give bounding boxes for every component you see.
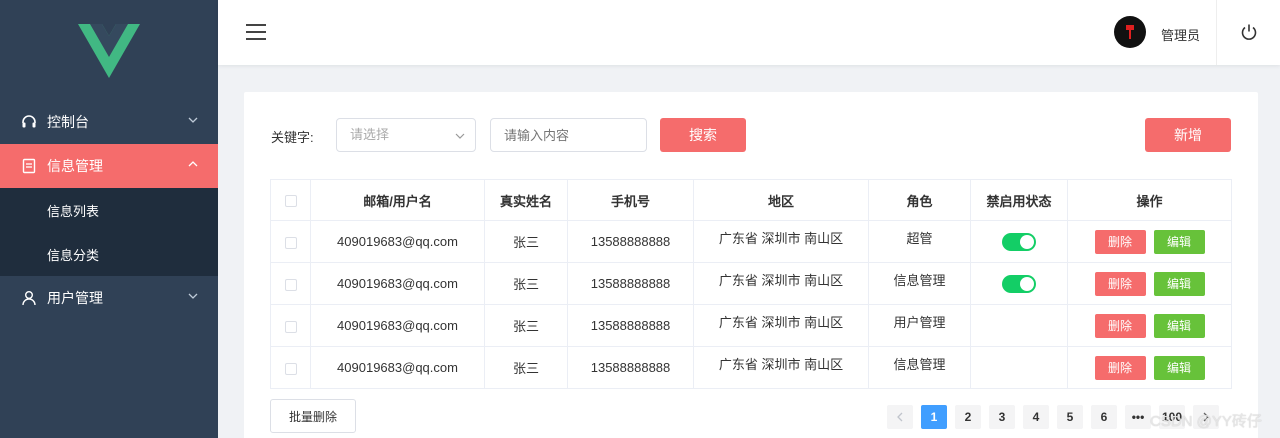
- power-icon[interactable]: [1240, 23, 1258, 41]
- role-cell: 信息管理: [868, 346, 971, 389]
- sidebar-item-info-list[interactable]: 信息列表: [0, 188, 218, 232]
- status-cell: [970, 262, 1068, 305]
- avatar[interactable]: [1114, 16, 1146, 48]
- region-cell: 广东省 深圳市 南山区: [693, 262, 869, 305]
- delete-button[interactable]: 删除: [1094, 229, 1146, 254]
- region-cell: 广东省 深圳市 南山区: [693, 220, 869, 263]
- role-cell: 用户管理: [868, 304, 971, 347]
- document-icon: [20, 157, 38, 175]
- batch-delete-button[interactable]: 批量删除: [270, 399, 356, 433]
- name-cell: 张三: [484, 262, 568, 305]
- category-select[interactable]: 请选择: [336, 118, 476, 152]
- table-row: 409019683@qq.com 张三 13588888888 广东省 深圳市 …: [270, 346, 1232, 389]
- table-row: 409019683@qq.com 张三 13588888888 广东省 深圳市 …: [270, 262, 1232, 305]
- table-row: 409019683@qq.com 张三 13588888888 广东省 深圳市 …: [270, 220, 1232, 263]
- page-button[interactable]: 6: [1091, 405, 1117, 429]
- row-checkbox[interactable]: [270, 220, 311, 263]
- phone-cell: 13588888888: [567, 304, 694, 347]
- edit-button[interactable]: 编辑: [1153, 271, 1205, 296]
- actions-cell: 删除 编辑: [1067, 304, 1232, 347]
- status-toggle[interactable]: [1002, 232, 1036, 251]
- status-cell: [970, 346, 1068, 389]
- table-row: 409019683@qq.com 张三 13588888888 广东省 深圳市 …: [270, 304, 1232, 347]
- content-card: 关键字: 请选择 搜索 新增 邮箱/用户名 真实姓名 手机号 地区 角色 禁启用…: [244, 92, 1258, 438]
- data-table: 邮箱/用户名 真实姓名 手机号 地区 角色 禁启用状态 操作 409019683…: [270, 179, 1232, 389]
- chevron-down-icon: [188, 293, 198, 299]
- actions-cell: 删除 编辑: [1067, 262, 1232, 305]
- column-header: 真实姓名: [484, 179, 568, 221]
- page-button[interactable]: 4: [1023, 405, 1049, 429]
- role-cell: 信息管理: [868, 262, 971, 305]
- user-icon: [20, 289, 38, 307]
- chevron-up-icon: [188, 161, 198, 167]
- column-header: 操作: [1067, 179, 1232, 221]
- sidebar-item-info-category[interactable]: 信息分类: [0, 232, 218, 276]
- phone-cell: 13588888888: [567, 346, 694, 389]
- chevron-down-icon: [455, 133, 465, 139]
- region-cell: 广东省 深圳市 南山区: [693, 304, 869, 347]
- name-cell: 张三: [484, 220, 568, 263]
- column-header: 邮箱/用户名: [310, 179, 485, 221]
- name-cell: 张三: [484, 304, 568, 347]
- sidebar: 控制台 信息管理 信息列表 信息分类 用户管理: [0, 0, 218, 438]
- page-button[interactable]: 5: [1057, 405, 1083, 429]
- email-cell: 409019683@qq.com: [310, 346, 485, 389]
- row-checkbox[interactable]: [270, 262, 311, 305]
- header-divider: [1216, 0, 1217, 65]
- column-header: 角色: [868, 179, 971, 221]
- page-button[interactable]: 2: [955, 405, 981, 429]
- select-placeholder: 请选择: [350, 127, 390, 142]
- headset-icon: [20, 113, 38, 131]
- menu-item-console[interactable]: 控制台: [0, 100, 218, 144]
- chevron-down-icon: [188, 117, 198, 123]
- delete-button[interactable]: 删除: [1094, 271, 1146, 296]
- delete-button[interactable]: 删除: [1094, 355, 1146, 380]
- delete-button[interactable]: 删除: [1094, 313, 1146, 338]
- column-header: 禁启用状态: [970, 179, 1068, 221]
- menu-item-label: 用户管理: [47, 290, 103, 306]
- vue-logo: [0, 0, 218, 100]
- role-cell: 超管: [868, 220, 971, 263]
- region-cell: 广东省 深圳市 南山区: [693, 346, 869, 389]
- name-cell: 张三: [484, 346, 568, 389]
- column-header: 地区: [693, 179, 869, 221]
- menu-item-info-management[interactable]: 信息管理: [0, 144, 218, 188]
- watermark: CSDN @YY砖仔: [1150, 413, 1262, 430]
- prev-page-button[interactable]: [887, 405, 913, 429]
- keyword-input[interactable]: [490, 118, 647, 152]
- column-header: 手机号: [567, 179, 694, 221]
- phone-cell: 13588888888: [567, 220, 694, 263]
- email-cell: 409019683@qq.com: [310, 262, 485, 305]
- email-cell: 409019683@qq.com: [310, 304, 485, 347]
- search-button[interactable]: 搜索: [660, 118, 746, 152]
- edit-button[interactable]: 编辑: [1153, 355, 1205, 380]
- chevron-left-icon: [897, 412, 903, 422]
- status-cell: [970, 304, 1068, 347]
- edit-button[interactable]: 编辑: [1153, 313, 1205, 338]
- status-toggle[interactable]: [1002, 274, 1036, 293]
- top-header: 管理员: [218, 0, 1280, 65]
- row-checkbox[interactable]: [270, 304, 311, 347]
- menu-item-label: 控制台: [47, 114, 89, 130]
- page-button[interactable]: 3: [989, 405, 1015, 429]
- vue-logo-icon: [78, 24, 140, 78]
- username[interactable]: 管理员: [1161, 25, 1200, 44]
- add-button[interactable]: 新增: [1145, 118, 1231, 152]
- edit-button[interactable]: 编辑: [1153, 229, 1205, 254]
- phone-cell: 13588888888: [567, 262, 694, 305]
- status-cell: [970, 220, 1068, 263]
- keyword-label: 关键字:: [271, 130, 314, 145]
- email-cell: 409019683@qq.com: [310, 220, 485, 263]
- row-checkbox[interactable]: [270, 346, 311, 389]
- actions-cell: 删除 编辑: [1067, 220, 1232, 263]
- hamburger-menu-icon[interactable]: [246, 24, 266, 40]
- select-all-checkbox[interactable]: [270, 179, 311, 221]
- menu-item-user-management[interactable]: 用户管理: [0, 276, 218, 320]
- table-header-row: 邮箱/用户名 真实姓名 手机号 地区 角色 禁启用状态 操作: [270, 179, 1232, 221]
- page-button[interactable]: 1: [921, 405, 947, 429]
- page-ellipsis[interactable]: •••: [1125, 405, 1151, 429]
- menu-item-label: 信息管理: [47, 158, 103, 174]
- actions-cell: 删除 编辑: [1067, 346, 1232, 389]
